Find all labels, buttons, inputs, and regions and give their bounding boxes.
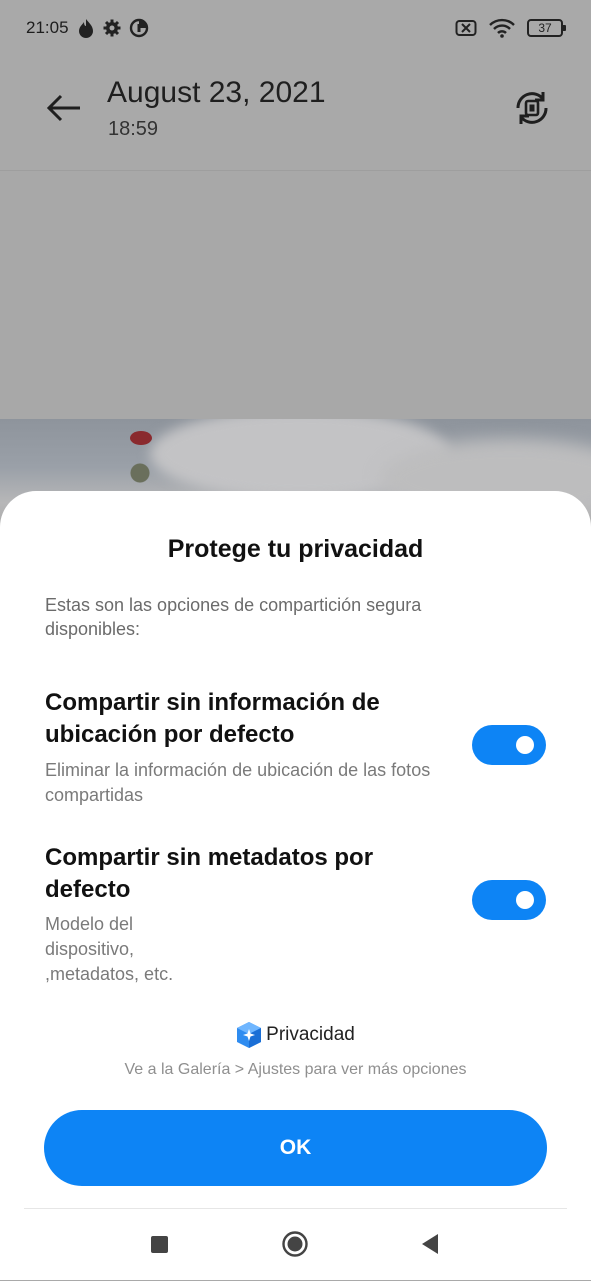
photo-viewer-background — [0, 171, 591, 419]
ok-button[interactable]: OK — [44, 1110, 547, 1186]
wifi-icon — [489, 18, 515, 38]
option-metadata-description: Modelo del dispositivo, ,metadatos, etc. — [45, 914, 174, 984]
recents-button[interactable] — [151, 1236, 168, 1253]
settings-hint: Ve a la Galería > Ajustes para ver más o… — [124, 1061, 467, 1078]
photo-date: August 23, 2021 — [107, 76, 326, 109]
status-bar: 21:05 37 — [0, 0, 591, 56]
privacy-label: Privacidad — [266, 1024, 355, 1045]
privacy-link[interactable]: Privacidad — [0, 1021, 591, 1049]
home-button[interactable] — [282, 1231, 308, 1257]
back-button[interactable] — [44, 90, 84, 126]
sim-off-icon — [455, 20, 477, 36]
privacy-shield-icon — [237, 1022, 262, 1048]
battery-level: 37 — [538, 21, 552, 35]
arrow-left-icon — [46, 94, 80, 122]
option-location-title: Compartir sin información de ubicación p… — [45, 689, 380, 748]
toggle-knob — [516, 736, 534, 754]
rotate-screen-icon — [516, 92, 548, 124]
photo-flower — [130, 431, 152, 445]
option-location-description: Eliminar la información de ubicación de … — [45, 760, 431, 805]
sheet-description: Estas son las opciones de compartición s… — [45, 595, 422, 639]
metadata-toggle[interactable] — [472, 880, 546, 920]
status-right: 37 — [455, 18, 566, 38]
gear-icon — [103, 19, 121, 37]
location-toggle[interactable] — [472, 725, 546, 765]
app-bar: August 23, 2021 18:59 — [0, 56, 591, 171]
privacy-bottom-sheet: Protege tu privacidad Estas son las opci… — [0, 491, 591, 1280]
rotate-button[interactable] — [512, 88, 552, 128]
toggle-knob — [516, 891, 534, 909]
photo-time: 18:59 — [108, 118, 159, 140]
nav-back-button[interactable] — [420, 1233, 440, 1255]
option-metadata-title: Compartir sin metadatos por defecto — [45, 844, 374, 903]
battery-icon: 37 — [527, 19, 566, 37]
flame-icon — [78, 19, 93, 38]
sheet-title: Protege tu privacidad — [167, 535, 424, 563]
navigation-bar — [24, 1208, 567, 1281]
status-left: 21:05 — [26, 18, 149, 38]
data-saver-icon — [129, 18, 148, 38]
status-time: 21:05 — [26, 18, 69, 37]
